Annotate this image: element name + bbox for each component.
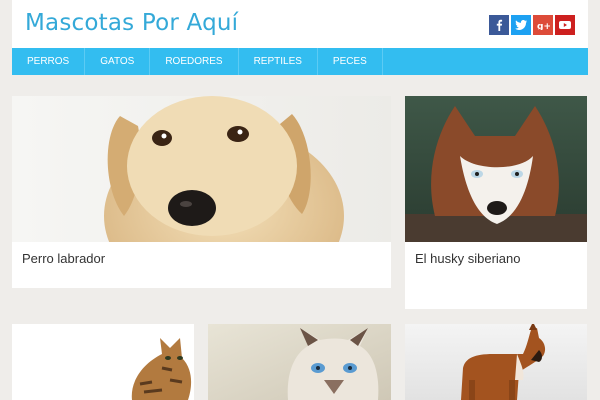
nav-item-reptiles[interactable]: REPTILES xyxy=(239,48,318,75)
twitter-button[interactable] xyxy=(511,15,531,35)
youtube-button[interactable] xyxy=(555,15,575,35)
main-nav: PERROS GATOS ROEDORES REPTILES PECES xyxy=(12,48,588,75)
post-card-kitten[interactable] xyxy=(12,324,194,400)
bengal-kitten-photo[interactable] xyxy=(12,324,194,400)
svg-text:g+: g+ xyxy=(537,22,550,30)
labrador-puppy-photo[interactable] xyxy=(12,96,391,242)
post-card-husky[interactable]: El husky siberiano xyxy=(405,96,587,309)
boxer-dog-photo[interactable] xyxy=(405,324,587,400)
post-card-boxer[interactable] xyxy=(405,324,587,400)
post-title[interactable]: El husky siberiano xyxy=(415,251,521,266)
siberian-husky-photo[interactable] xyxy=(405,96,587,242)
google-plus-button[interactable]: g+ xyxy=(533,15,553,35)
nav-item-peces[interactable]: PECES xyxy=(318,48,383,75)
youtube-icon xyxy=(559,21,571,29)
nav-item-roedores[interactable]: ROEDORES xyxy=(150,48,239,75)
post-title[interactable]: Perro labrador xyxy=(22,251,105,266)
facebook-button[interactable] xyxy=(489,15,509,35)
site-title[interactable]: Mascotas Por Aquí xyxy=(25,10,238,36)
facebook-icon xyxy=(496,19,503,31)
nav-item-gatos[interactable]: GATOS xyxy=(85,48,151,75)
post-card-labrador[interactable]: Perro labrador xyxy=(12,96,391,288)
site-header: Mascotas Por Aquí g+ xyxy=(12,0,588,48)
post-card-siamese[interactable] xyxy=(208,324,391,400)
google-plus-icon: g+ xyxy=(537,22,550,30)
twitter-icon xyxy=(515,20,527,30)
nav-item-perros[interactable]: PERROS xyxy=(12,48,86,75)
siamese-cat-photo[interactable] xyxy=(208,324,391,400)
social-links: g+ xyxy=(489,15,575,35)
